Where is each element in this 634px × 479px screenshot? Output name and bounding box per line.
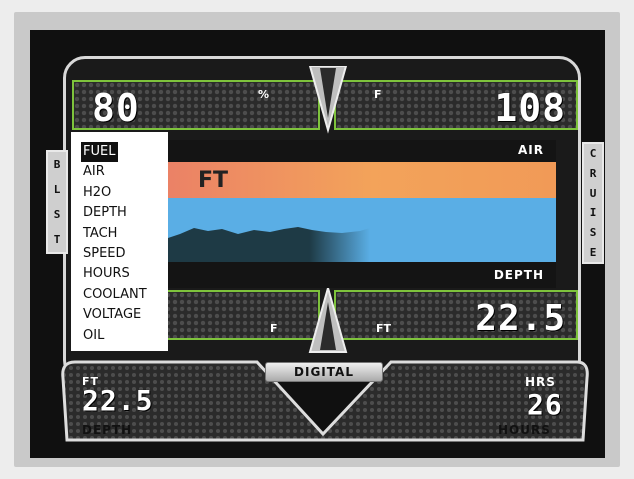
fuel-value: 80 [92, 86, 140, 130]
cruise-letter-i: I [589, 206, 597, 220]
footer-hours-label: HOURS [498, 423, 551, 437]
center-divider-bottom [308, 288, 348, 353]
bottom-right-gauge-panel: FT 22.5 [334, 290, 578, 340]
blst-letter-t: T [53, 233, 61, 246]
menu-item-h2o[interactable]: H2O [81, 183, 114, 203]
cruise-letter-u: U [589, 186, 597, 200]
menu-item-air[interactable]: AIR [81, 162, 108, 182]
air-temp-value: 108 [494, 86, 566, 130]
cruise-letter-r: R [589, 166, 597, 180]
center-divider-top [308, 66, 348, 134]
fuel-unit: % [258, 88, 270, 101]
footer-hours-unit: HRS [525, 375, 556, 389]
menu-item-fuel[interactable]: FUEL [81, 142, 119, 163]
top-left-gauge-panel: 80 % [72, 80, 320, 130]
footer-depth-label: DEPTH [82, 423, 133, 437]
depth-unit: FT [376, 322, 392, 335]
cruise-letter-e: E [589, 245, 597, 259]
menu-item-depth[interactable]: DEPTH [81, 203, 130, 223]
blst-letter-b: B [53, 158, 61, 171]
depth-strip-label: DEPTH [493, 268, 544, 282]
menu-item-hours[interactable]: HOURS [81, 264, 133, 284]
gauge-select-menu: FUEL AIR H2O DEPTH TACH SPEED HOURS COOL… [71, 132, 168, 351]
blst-letter-l: L [53, 183, 61, 196]
footer-hours-value: 26 [527, 388, 563, 421]
blst-letter-s: S [53, 208, 61, 221]
water-temp-unit: F [270, 322, 278, 335]
menu-item-tach[interactable]: TACH [81, 224, 120, 244]
cruise-letter-c: C [589, 147, 597, 161]
chart-unit-label: FT [198, 168, 229, 193]
footer-depth-value: 22.5 [82, 384, 154, 417]
air-strip-label: AIR [518, 143, 544, 157]
air-temp-unit: F [374, 88, 382, 101]
menu-item-speed[interactable]: SPEED [81, 244, 129, 264]
cruise-letter-s: S [589, 225, 597, 239]
digital-mode-button[interactable]: DIGITAL [265, 362, 383, 382]
depth-value: 22.5 [475, 298, 566, 339]
cruise-side-tab[interactable]: C R U I S E [582, 142, 604, 264]
menu-item-coolant[interactable]: COOLANT [81, 285, 150, 305]
menu-item-voltage[interactable]: VOLTAGE [81, 305, 144, 325]
menu-item-oil[interactable]: OIL [81, 326, 107, 346]
top-right-gauge-panel: F 108 [334, 80, 578, 130]
blst-side-tab[interactable]: B L S T [46, 150, 68, 254]
